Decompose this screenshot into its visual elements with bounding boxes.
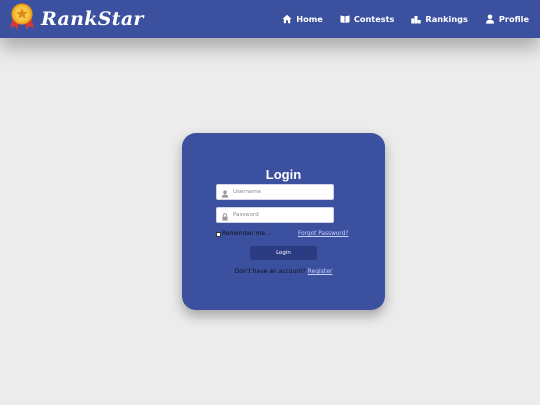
register-prompt: Don't have an account? Register bbox=[182, 268, 385, 275]
nav-item-contests[interactable]: Contests bbox=[340, 14, 395, 24]
password-input[interactable] bbox=[233, 209, 333, 221]
remember-label: Remember me... bbox=[222, 231, 271, 237]
user-icon bbox=[485, 14, 495, 24]
nav-item-label: Rankings bbox=[425, 14, 468, 24]
nav-item-rankings[interactable]: Rankings bbox=[411, 14, 468, 24]
username-field[interactable] bbox=[216, 184, 334, 200]
brand[interactable]: RankStar bbox=[9, 3, 144, 35]
medal-icon bbox=[9, 3, 35, 35]
login-title: Login bbox=[265, 167, 302, 182]
remember-checkbox[interactable] bbox=[216, 231, 221, 237]
login-card: Login Remember me... Forgot Password? Lo… bbox=[182, 133, 385, 310]
brand-name: RankStar bbox=[41, 8, 144, 30]
no-account-text: Don't have an account? bbox=[234, 268, 306, 275]
forgot-password-link[interactable]: Forgot Password? bbox=[298, 231, 348, 237]
nav-item-profile[interactable]: Profile bbox=[485, 14, 529, 24]
password-field[interactable] bbox=[216, 207, 334, 223]
lock-icon bbox=[217, 206, 229, 225]
nav-links: Home Contests Rankings Profile bbox=[282, 0, 529, 38]
nav-item-label: Contests bbox=[353, 14, 395, 24]
nav-item-label: Profile bbox=[498, 14, 529, 24]
username-input[interactable] bbox=[233, 186, 333, 198]
login-button[interactable]: Login bbox=[250, 246, 317, 260]
user-icon bbox=[217, 183, 229, 202]
register-link[interactable]: Register bbox=[308, 268, 333, 275]
top-navbar: RankStar Home Contests Rankings Profile bbox=[0, 0, 540, 38]
remember-me[interactable]: Remember me... bbox=[216, 231, 270, 237]
podium-icon bbox=[411, 14, 422, 24]
nav-item-label: Home bbox=[296, 14, 323, 24]
home-icon bbox=[282, 14, 292, 24]
nav-item-home[interactable]: Home bbox=[282, 14, 323, 24]
book-icon bbox=[340, 14, 350, 24]
